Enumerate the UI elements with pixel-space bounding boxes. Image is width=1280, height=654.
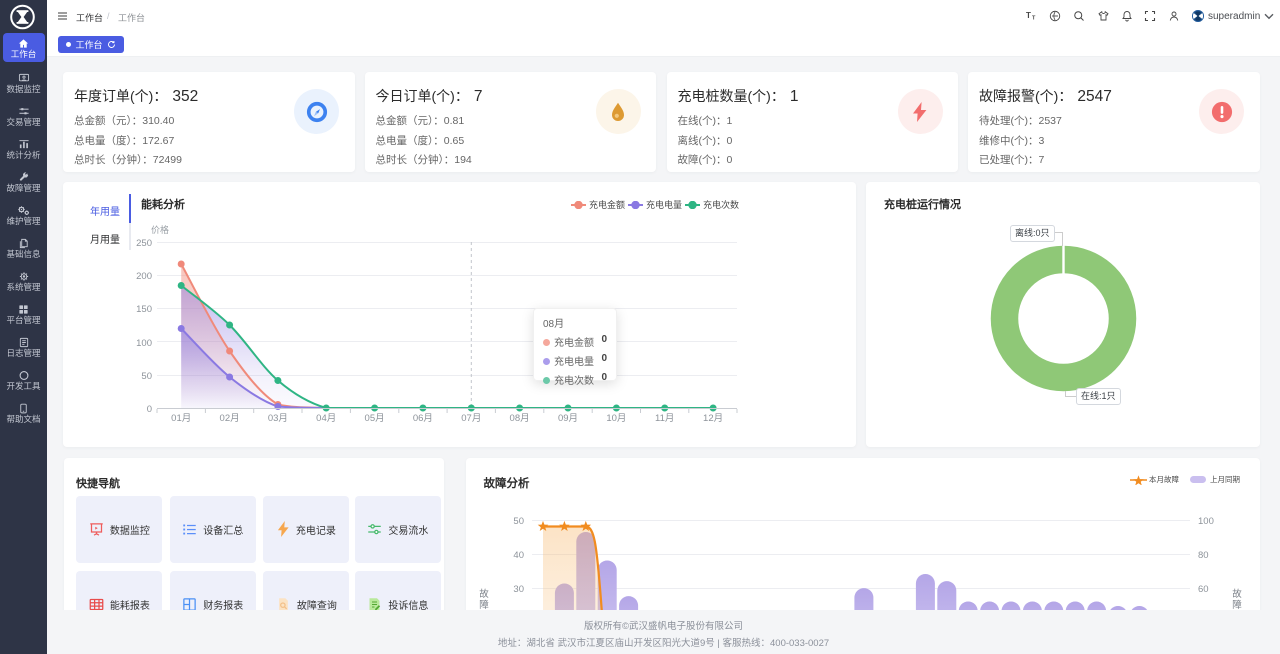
svg-text:01月: 01月: [171, 413, 191, 424]
svg-text:03月: 03月: [268, 413, 288, 424]
svg-text:故: 故: [479, 588, 489, 600]
svg-text:50: 50: [513, 516, 524, 527]
svg-text:障: 障: [479, 599, 489, 611]
svg-text:0: 0: [147, 404, 152, 415]
svg-text:100: 100: [1198, 516, 1214, 527]
svg-text:T: T: [1032, 16, 1036, 22]
svg-text:02月: 02月: [220, 413, 240, 424]
svg-text:11月: 11月: [655, 413, 674, 424]
svg-text:80: 80: [1198, 550, 1209, 561]
svg-text:09月: 09月: [558, 413, 578, 424]
svg-text:50: 50: [141, 371, 152, 382]
svg-text:08月: 08月: [510, 413, 530, 424]
svg-text:40: 40: [513, 550, 524, 561]
svg-text:价格: 价格: [151, 224, 169, 235]
svg-text:T: T: [1026, 11, 1031, 20]
svg-text:200: 200: [136, 271, 152, 282]
svg-text:12月: 12月: [703, 413, 723, 424]
svg-text:06月: 06月: [413, 413, 433, 424]
svg-text:04月: 04月: [316, 413, 336, 424]
svg-text:250: 250: [136, 238, 152, 249]
svg-text:07月: 07月: [461, 413, 481, 424]
svg-text:30: 30: [513, 584, 524, 595]
svg-text:故: 故: [1232, 588, 1242, 600]
svg-text:05月: 05月: [365, 413, 385, 424]
svg-text:障: 障: [1232, 599, 1242, 611]
svg-text:60: 60: [1198, 584, 1209, 595]
svg-text:100: 100: [136, 338, 152, 349]
svg-text:10月: 10月: [606, 413, 626, 424]
svg-text:150: 150: [136, 304, 152, 315]
